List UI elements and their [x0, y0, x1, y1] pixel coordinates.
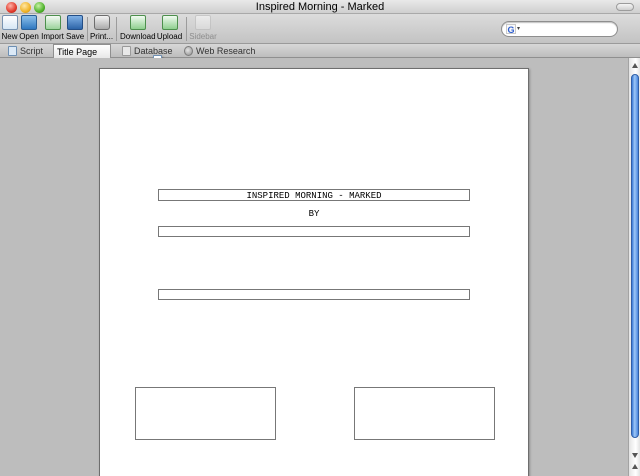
tab-database[interactable]: Database: [122, 44, 176, 58]
new-button[interactable]: New: [1, 15, 18, 43]
sidebar-button-label: Sidebar: [189, 32, 217, 41]
new-button-label: New: [1, 32, 18, 41]
script-tab-icon: [8, 46, 17, 56]
toolbar: New Open Import Save Print... Download U…: [0, 14, 640, 44]
import-button[interactable]: Import: [40, 15, 65, 43]
document-area: INSPIRED MORNING - MARKED BY: [0, 58, 628, 476]
import-button-label: Import: [41, 32, 64, 41]
save-disk-icon: [67, 15, 83, 30]
sidebar-button[interactable]: Sidebar: [189, 15, 217, 43]
tab-label: Database: [134, 46, 173, 56]
save-button-label: Save: [66, 32, 85, 41]
open-button-label: Open: [19, 32, 39, 41]
title-text: INSPIRED MORNING - MARKED: [246, 191, 382, 201]
contact-left-field[interactable]: [135, 387, 276, 440]
scrollbar-thumb[interactable]: [631, 74, 639, 438]
open-button[interactable]: Open: [19, 15, 39, 43]
save-button[interactable]: Save: [66, 15, 84, 43]
search-input[interactable]: [524, 23, 612, 35]
based-on-field[interactable]: [158, 289, 470, 300]
toolbar-separator: [87, 17, 88, 41]
toolbar-separator: [186, 17, 187, 41]
toolbar-toggle-button[interactable]: [616, 3, 634, 11]
upload-icon: [161, 15, 178, 30]
download-icon: [129, 15, 146, 30]
printer-icon: [93, 15, 110, 30]
tab-title-page[interactable]: Title Page: [53, 44, 162, 65]
scroll-up-icon[interactable]: [632, 63, 638, 68]
print-button[interactable]: Print...: [89, 15, 114, 43]
import-icon: [44, 15, 61, 30]
database-tab-icon: [122, 46, 131, 56]
title-field[interactable]: INSPIRED MORNING - MARKED: [158, 189, 470, 201]
window-title: Inspired Morning - Marked: [255, 1, 385, 13]
by-label: BY: [308, 209, 320, 219]
new-document-icon: [1, 15, 18, 30]
title-bar: Inspired Morning - Marked: [0, 0, 640, 14]
sidebar-icon: [195, 15, 211, 30]
print-button-label: Print...: [89, 32, 114, 41]
tab-bar: Script Title Page Database Web Research: [0, 44, 640, 65]
tab-label: Web Research: [196, 46, 256, 56]
download-button-label: Download: [120, 32, 156, 41]
globe-icon: [184, 46, 193, 56]
google-icon[interactable]: G: [506, 24, 516, 35]
vertical-scrollbar[interactable]: [628, 58, 640, 476]
tab-label: Script: [20, 46, 44, 56]
tab-web-research[interactable]: Web Research: [184, 44, 256, 58]
scroll-down-icon[interactable]: [632, 453, 638, 458]
upload-button-label: Upload: [156, 32, 183, 41]
tab-label: Title Page: [57, 47, 98, 57]
search-field[interactable]: G ▾: [501, 21, 618, 37]
scroll-up-icon[interactable]: [632, 464, 638, 469]
download-button[interactable]: Download: [120, 15, 156, 43]
tab-script[interactable]: Script: [8, 44, 52, 58]
toolbar-separator: [116, 17, 117, 41]
chevron-down-icon[interactable]: ▾: [517, 25, 520, 32]
folder-open-icon: [21, 15, 37, 30]
author-field[interactable]: [158, 226, 470, 237]
upload-button[interactable]: Upload: [156, 15, 183, 43]
contact-right-field[interactable]: [354, 387, 495, 440]
title-page-sheet: INSPIRED MORNING - MARKED BY: [99, 68, 529, 476]
